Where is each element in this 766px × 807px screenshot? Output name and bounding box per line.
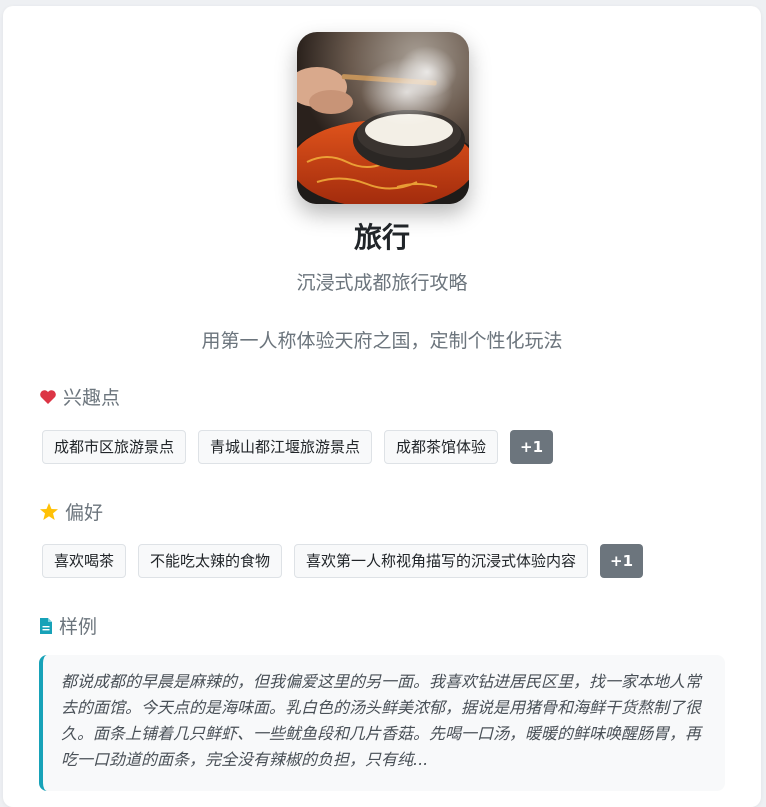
document-icon [40, 617, 52, 634]
example-text: 都说成都的早晨是麻辣的，但我偏爱这里的另一面。我喜欢钻进居民区里，找一家本地人常… [61, 672, 702, 769]
preference-tag: 喜欢第一人称视角描写的沉浸式体验内容 [294, 544, 589, 578]
hotpot-photo [297, 32, 469, 204]
interest-tag: 成都市区旅游景点 [42, 430, 187, 464]
example-heading-label: 样例 [59, 616, 98, 638]
interest-tag: 青城山都江堰旅游景点 [198, 430, 373, 464]
preference-tag: 不能吃太辣的食物 [138, 544, 283, 578]
preference-tag: 喜欢喝茶 [42, 544, 127, 578]
preferences-tag-list: 喜欢喝茶 不能吃太辣的食物 喜欢第一人称视角描写的沉浸式体验内容 +1 [42, 544, 644, 578]
cover-image [297, 32, 469, 204]
preferences-heading: 偏好 [39, 498, 103, 525]
interests-heading-label: 兴趣点 [63, 387, 121, 409]
interest-tag: 成都茶馆体验 [384, 430, 499, 464]
page-title: 旅行 [353, 221, 410, 254]
example-heading: 样例 [39, 612, 97, 639]
interests-more-button[interactable]: +1 [510, 430, 554, 464]
interests-tag-list: 成都市区旅游景点 青城山都江堰旅游景点 成都茶馆体验 +1 [42, 430, 554, 464]
heart-icon [40, 389, 56, 404]
star-icon [40, 503, 58, 520]
preferences-more-button[interactable]: +1 [600, 544, 644, 578]
interests-heading: 兴趣点 [39, 383, 120, 410]
preferences-heading-label: 偏好 [65, 502, 104, 524]
profile-card: 旅行 沉浸式成都旅行攻略 用第一人称体验天府之国，定制个性化玩法 兴趣点 成都市… [3, 6, 761, 807]
example-quote: 都说成都的早晨是麻辣的，但我偏爱这里的另一面。我喜欢钻进居民区里，找一家本地人常… [39, 655, 725, 791]
subtitle: 沉浸式成都旅行攻略 [296, 272, 468, 294]
description: 用第一人称体验天府之国，定制个性化玩法 [201, 330, 563, 352]
